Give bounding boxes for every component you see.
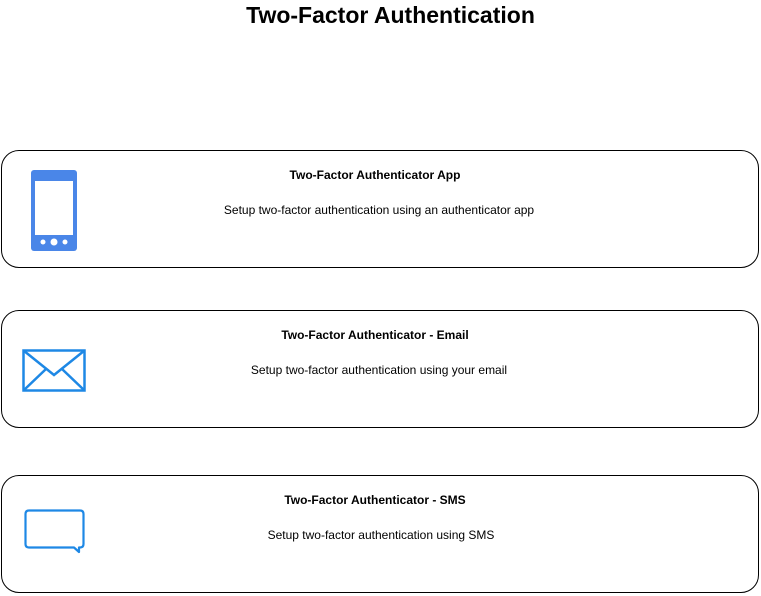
option-sms[interactable]: Two-Factor Authenticator - SMS Setup two… xyxy=(1,475,759,593)
option-description: Setup two-factor authentication using SM… xyxy=(267,528,495,542)
page-title: Two-Factor Authentication xyxy=(246,2,535,28)
option-description: Setup two-factor authentication using an… xyxy=(223,203,535,217)
option-title: Two-Factor Authenticator - Email xyxy=(281,328,469,342)
option-authenticator-app[interactable]: Two-Factor Authenticator App Setup two-f… xyxy=(1,150,759,268)
option-description: Setup two-factor authentication using yo… xyxy=(250,363,508,377)
option-title: Two-Factor Authenticator App xyxy=(289,168,461,182)
option-email[interactable]: Two-Factor Authenticator - Email Setup t… xyxy=(1,310,759,428)
option-title: Two-Factor Authenticator - SMS xyxy=(284,493,466,507)
